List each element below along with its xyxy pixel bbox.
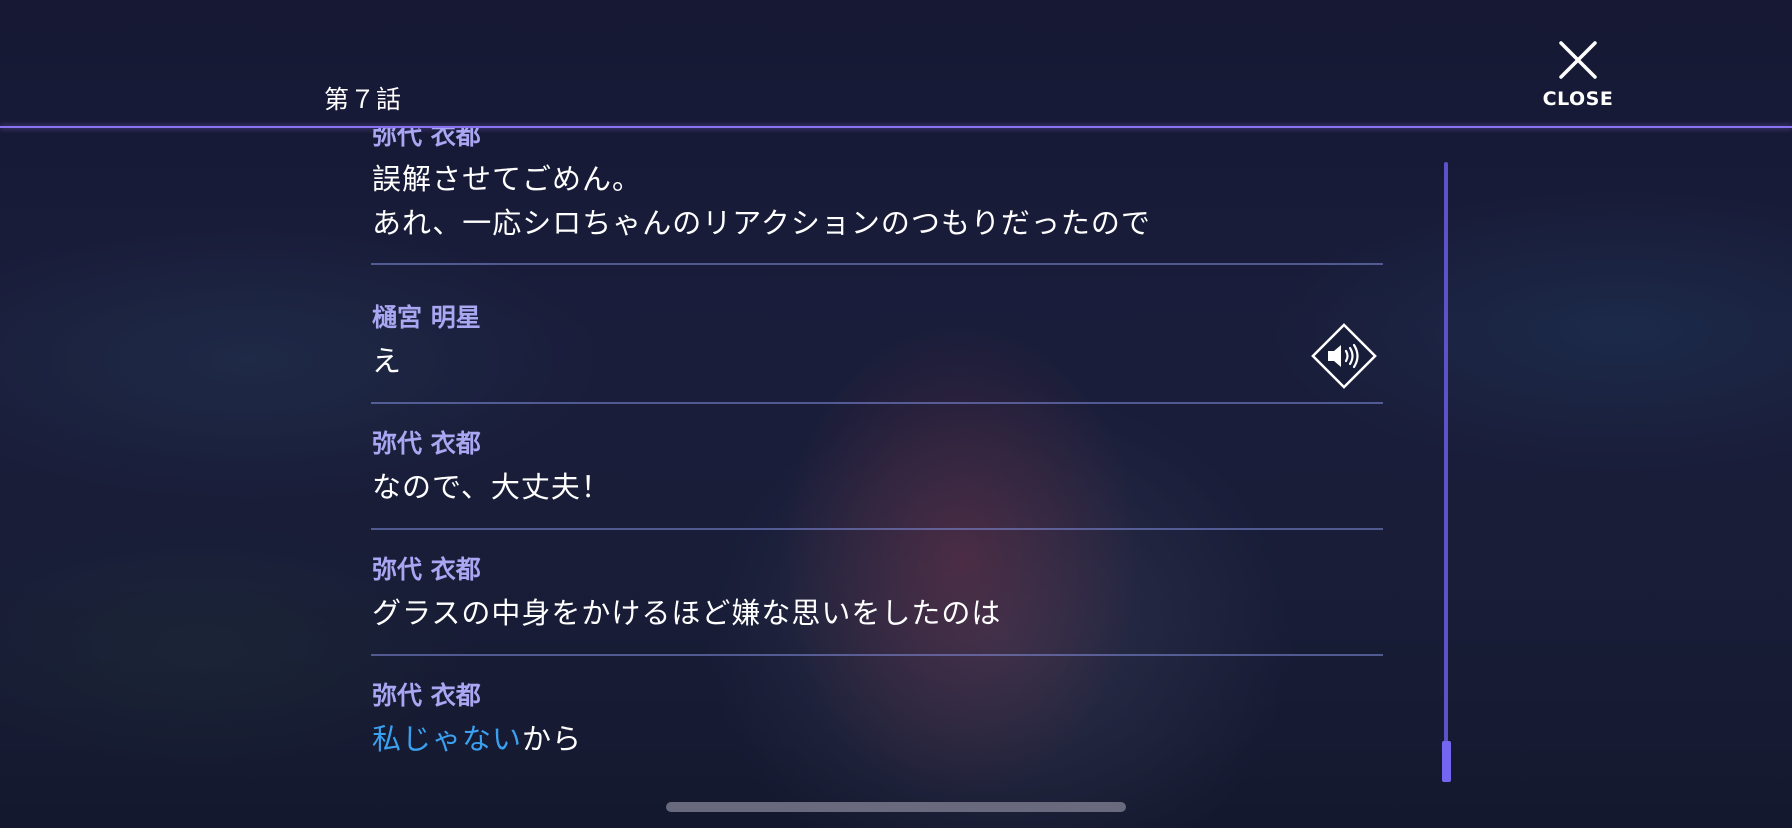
speaker-name: 弥代 衣都	[372, 128, 481, 150]
speaker-name: 弥代 衣都	[372, 429, 481, 458]
header: 第７話 CLOSE	[0, 0, 1792, 128]
scrollbar-track[interactable]	[1444, 162, 1448, 782]
dialogue-log[interactable]: 弥代 衣都 誤解させてごめん。 あれ、一応シロちゃんのリアクションのつもりだった…	[0, 128, 1792, 828]
speaker-name: 弥代 衣都	[372, 555, 481, 584]
dialogue-line: え	[372, 344, 403, 378]
scrollbar-thumb[interactable]	[1442, 741, 1451, 782]
log-entry: 弥代 衣都 グラスの中身をかけるほど嫌な思いをしたのは	[371, 550, 1383, 660]
story-log-screen: 第７話 CLOSE 弥代 衣都 誤解させてごめん。 あれ、一応シロちゃんのリアク…	[0, 0, 1792, 828]
dialogue-line: 私じゃないから	[372, 716, 582, 758]
speaker-name: 弥代 衣都	[372, 681, 481, 710]
highlighted-text: 私じゃない	[372, 722, 523, 756]
home-indicator[interactable]	[666, 802, 1126, 812]
dialogue-line: なので、大丈夫！	[372, 470, 611, 504]
close-label: CLOSE	[1542, 88, 1614, 110]
episode-title: 第７話	[324, 85, 403, 114]
log-entry: 弥代 衣都 なので、大丈夫！	[371, 424, 1383, 534]
log-entry: 樋宮 明星 え	[371, 298, 1383, 408]
entry-divider	[371, 654, 1383, 656]
voice-replay-button[interactable]	[1308, 320, 1380, 392]
entry-divider	[371, 402, 1383, 404]
close-icon	[1559, 41, 1597, 79]
speaker-name: 樋宮 明星	[372, 303, 481, 332]
log-entry: 弥代 衣都 私じゃないから	[371, 676, 1383, 786]
dialogue-line: 誤解させてごめん。	[372, 162, 643, 196]
close-button[interactable]: CLOSE	[1536, 36, 1620, 112]
log-entry: 弥代 衣都 誤解させてごめん。 あれ、一応シロちゃんのリアクションのつもりだった…	[371, 128, 1383, 276]
entry-divider	[371, 528, 1383, 530]
entry-divider	[371, 263, 1383, 265]
dialogue-text: から	[522, 722, 583, 756]
dialogue-line: グラスの中身をかけるほど嫌な思いをしたのは	[372, 596, 1002, 630]
dialogue-line: あれ、一応シロちゃんのリアクションのつもりだったので	[372, 206, 1151, 240]
